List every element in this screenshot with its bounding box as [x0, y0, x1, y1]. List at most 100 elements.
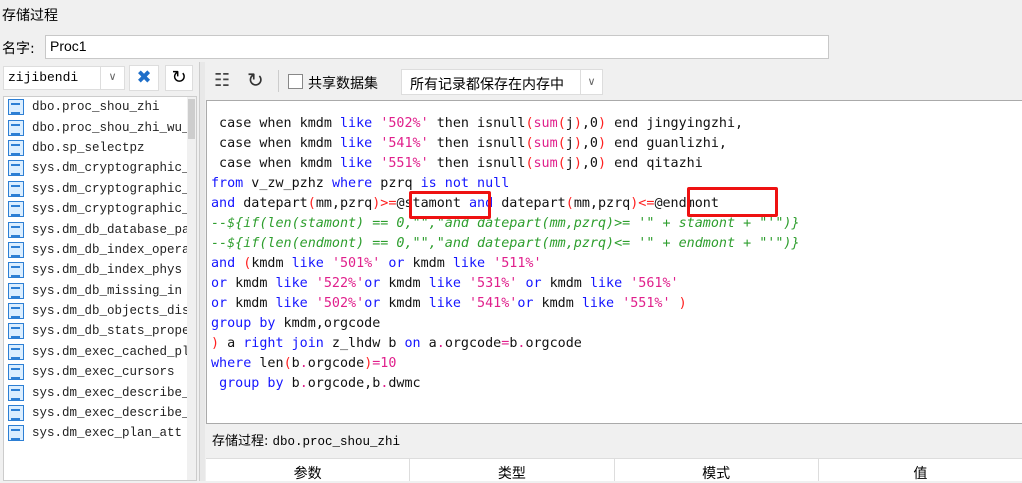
column-header-mode[interactable]: 模式: [615, 459, 819, 482]
procedure-name: dbo.proc_shou_zhi_wu_: [32, 120, 187, 135]
operator: (: [557, 136, 566, 151]
keyword: or: [517, 296, 534, 311]
operator: ): [598, 116, 607, 131]
chevron-down-icon[interactable]: ∨: [100, 67, 124, 89]
chevron-down-icon[interactable]: ∨: [580, 70, 602, 94]
procedure-item[interactable]: sys.dm_exec_cursors: [4, 362, 187, 382]
keyword: like: [340, 136, 373, 151]
tools-icon[interactable]: ✖: [129, 65, 159, 91]
keyword: like: [275, 276, 308, 291]
keyword: or: [364, 296, 381, 311]
window-title: 存储过程: [2, 8, 58, 24]
procedure-item[interactable]: sys.dm_db_index_phys: [4, 260, 187, 280]
procedure-item[interactable]: sys.dm_exec_plan_att: [4, 423, 187, 443]
procedure-item[interactable]: sys.dm_cryptographic_: [4, 179, 187, 199]
code-line: case when kmdm like '551%' then isnull(s…: [211, 154, 800, 174]
preview-icon[interactable]: ☷: [214, 70, 230, 91]
code-text: end guanlizhi,: [606, 136, 727, 151]
string-literal: '531%': [469, 276, 518, 291]
keyword: like: [275, 296, 308, 311]
operator: (: [525, 116, 534, 131]
string-literal: '551%': [622, 296, 671, 311]
string-literal: '541%': [469, 296, 518, 311]
procedure-icon: [8, 180, 24, 197]
procedure-item[interactable]: sys.dm_cryptographic_: [4, 199, 187, 219]
procedure-item[interactable]: sys.dm_cryptographic_: [4, 158, 187, 178]
code-text: b: [291, 356, 300, 371]
list-scrollbar[interactable]: [187, 97, 196, 480]
procedure-item[interactable]: sys.dm_db_objects_dis: [4, 301, 187, 321]
keyword: like: [291, 256, 324, 271]
procedure-item[interactable]: sys.dm_db_stats_prope: [4, 321, 187, 341]
code-text: v_zw_pzhz: [243, 176, 332, 191]
procedure-icon: [8, 323, 24, 340]
code-line: group by kmdm,orgcode: [211, 314, 800, 334]
keyword: group by: [219, 376, 284, 391]
procedure-icon: [8, 160, 24, 177]
function: .: [436, 336, 445, 351]
keyword: like: [340, 156, 373, 171]
function: sum: [533, 136, 558, 151]
splitter[interactable]: [199, 62, 205, 481]
string-literal: '541%': [380, 136, 429, 151]
procedure-item[interactable]: sys.dm_exec_describe_: [4, 382, 187, 402]
refresh-icon[interactable]: ↻: [247, 68, 264, 92]
code-text: ,0: [581, 136, 598, 151]
refresh-icon[interactable]: ↻: [165, 65, 193, 91]
procedure-name: dbo.proc_shou_zhi: [32, 100, 160, 115]
function: sum: [533, 116, 558, 131]
sql-editor[interactable]: case when kmdm like '502%' then isnull(s…: [206, 100, 1022, 424]
string-literal: '502%': [315, 296, 365, 311]
procedure-item[interactable]: sys.dm_exec_describe_: [4, 403, 187, 423]
procedure-name: dbo.sp_selectpz: [32, 140, 145, 155]
procedure-item[interactable]: sys.dm_db_database_pa: [4, 219, 187, 239]
procedure-item[interactable]: dbo.proc_shou_zhi: [4, 97, 187, 117]
operator: ): [573, 116, 582, 131]
procedure-item[interactable]: sys.dm_exec_cached_pl: [4, 342, 187, 362]
keyword: like: [340, 116, 373, 131]
code-text: then isnull: [428, 136, 526, 151]
database-select[interactable]: zijibendi ∨: [3, 66, 125, 90]
status-label: 存储过程:: [212, 434, 269, 449]
code-text: orgcode: [525, 336, 582, 351]
procedure-icon: [8, 262, 24, 279]
procedure-name: sys.dm_db_stats_prope: [32, 324, 187, 339]
storage-mode-select[interactable]: 所有记录都保存在内存中 ∨: [401, 69, 603, 95]
sql-code[interactable]: case when kmdm like '502%' then isnull(s…: [211, 114, 800, 394]
code-text: kmdm: [227, 296, 276, 311]
procedure-icon: [8, 282, 24, 299]
column-header-param[interactable]: 参数: [206, 459, 411, 482]
keyword: or: [388, 256, 405, 271]
operator: (: [525, 136, 534, 151]
operator: ): [598, 156, 607, 171]
name-input[interactable]: Proc1: [45, 35, 829, 59]
string-literal: '551%': [380, 156, 429, 171]
procedure-item[interactable]: dbo.sp_selectpz: [4, 138, 187, 158]
procedure-item[interactable]: sys.dm_db_missing_in: [4, 281, 187, 301]
operator: (: [525, 156, 534, 171]
keyword: or: [525, 276, 542, 291]
code-line: --${if(len(stamont) == 0,"","and datepar…: [211, 214, 800, 234]
procedure-item[interactable]: sys.dm_db_index_opera: [4, 240, 187, 260]
code-text: j: [565, 116, 574, 131]
code-text: j: [565, 136, 574, 151]
column-header-value[interactable]: 值: [819, 459, 1022, 482]
string-literal: '522%': [315, 276, 365, 291]
procedure-name: sys.dm_cryptographic_: [32, 161, 187, 176]
scrollbar-thumb[interactable]: [188, 99, 195, 139]
procedure-icon: [8, 405, 24, 422]
keyword: like: [452, 256, 486, 271]
operator: )<=: [630, 196, 655, 211]
procedure-item[interactable]: dbo.proc_shou_zhi_wu_: [4, 117, 187, 137]
shared-dataset-checkbox[interactable]: [288, 74, 303, 89]
storage-mode-value: 所有记录都保存在内存中: [410, 77, 564, 93]
procedure-icon: [8, 139, 24, 156]
column-header-type[interactable]: 类型: [410, 459, 615, 482]
code-text: case when kmdm: [211, 136, 340, 151]
procedure-name: sys.dm_db_missing_in: [32, 283, 183, 298]
